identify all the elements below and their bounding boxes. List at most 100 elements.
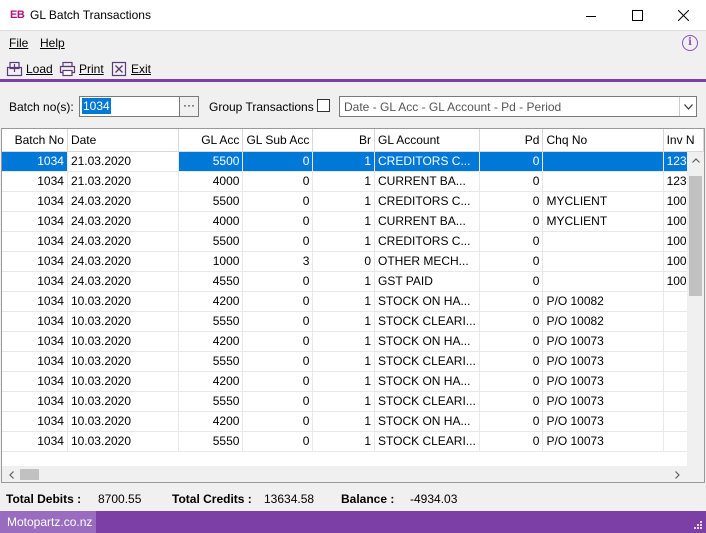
exit-button[interactable]: Exit bbox=[111, 60, 151, 78]
table-cell[interactable]: 0 bbox=[479, 231, 544, 252]
table-cell[interactable]: 0 bbox=[242, 311, 314, 332]
table-row[interactable]: 1034 21.03.2020 5500 0 1 CREDITORS C... 0 12345 bbox=[2, 151, 704, 172]
table-row[interactable]: 1034 24.03.2020 1000 3 0 OTHER MECH... 0 10010 bbox=[2, 251, 704, 272]
table-cell[interactable]: 1 bbox=[312, 431, 375, 452]
table-cell[interactable] bbox=[542, 271, 664, 292]
table-cell[interactable]: 0 bbox=[479, 211, 544, 232]
table-cell[interactable]: 5550 bbox=[178, 351, 244, 372]
table-cell[interactable]: 0 bbox=[479, 271, 544, 292]
table-cell[interactable]: STOCK CLEARI... bbox=[374, 351, 480, 372]
table-cell[interactable]: GST PAID bbox=[374, 271, 480, 292]
table-cell[interactable]: 1 bbox=[312, 271, 375, 292]
table-cell[interactable]: 5550 bbox=[178, 431, 244, 452]
table-cell[interactable]: STOCK CLEARI... bbox=[374, 311, 480, 332]
table-cell[interactable]: STOCK ON HA... bbox=[374, 371, 480, 392]
table-cell[interactable]: 1 bbox=[312, 331, 375, 352]
table-cell[interactable]: 1 bbox=[312, 171, 375, 192]
load-button[interactable]: Load bbox=[6, 60, 53, 78]
table-cell[interactable]: MYCLIENT bbox=[542, 191, 664, 212]
table-cell[interactable]: P/O 10073 bbox=[542, 431, 664, 452]
horizontal-scrollbar[interactable] bbox=[2, 466, 704, 482]
table-cell[interactable]: P/O 10082 bbox=[542, 291, 664, 312]
minimize-button[interactable] bbox=[568, 0, 614, 31]
table-cell[interactable]: 24.03.2020 bbox=[67, 191, 179, 212]
table-cell[interactable]: 1 bbox=[312, 211, 375, 232]
table-cell[interactable]: 1034 bbox=[2, 271, 68, 292]
table-cell[interactable]: 4200 bbox=[178, 291, 244, 312]
table-cell[interactable]: 3 bbox=[242, 251, 314, 272]
table-row[interactable]: 1034 10.03.2020 5550 0 1 STOCK CLEARI... 0 P/O … bbox=[2, 351, 704, 372]
table-cell[interactable]: 0 bbox=[242, 271, 314, 292]
table-cell[interactable]: 24.03.2020 bbox=[67, 271, 179, 292]
table-cell[interactable]: 0 bbox=[242, 151, 314, 172]
table-cell[interactable] bbox=[542, 231, 664, 252]
table-cell[interactable]: 0 bbox=[479, 371, 544, 392]
table-cell[interactable]: 10.03.2020 bbox=[67, 411, 179, 432]
table-cell[interactable]: 0 bbox=[479, 311, 544, 332]
table-row[interactable]: 1034 24.03.2020 4000 0 1 CURRENT BA... 0 MYCLIE… bbox=[2, 211, 704, 232]
table-cell[interactable]: 0 bbox=[242, 351, 314, 372]
batch-lookup-button[interactable]: ··· bbox=[180, 96, 199, 117]
column-header[interactable]: Inv N bbox=[663, 129, 704, 152]
table-cell[interactable]: 0 bbox=[479, 351, 544, 372]
table-cell[interactable]: 0 bbox=[479, 251, 544, 272]
table-cell[interactable]: 10.03.2020 bbox=[67, 371, 179, 392]
table-cell[interactable]: STOCK ON HA... bbox=[374, 291, 480, 312]
table-row[interactable]: 1034 10.03.2020 4200 0 1 STOCK ON HA... 0 P/O 1… bbox=[2, 291, 704, 312]
transactions-grid[interactable]: Batch No Date GL Acc GL Sub Acc Br GL Account… bbox=[1, 128, 705, 483]
table-cell[interactable]: 1034 bbox=[2, 151, 68, 172]
table-cell[interactable]: 24.03.2020 bbox=[67, 251, 179, 272]
table-row[interactable]: 1034 10.03.2020 5550 0 1 STOCK CLEARI... 0 P/O … bbox=[2, 391, 704, 412]
table-cell[interactable]: 21.03.2020 bbox=[67, 151, 179, 172]
table-cell[interactable]: 1 bbox=[312, 231, 375, 252]
info-icon[interactable]: i bbox=[682, 35, 698, 51]
table-cell[interactable]: STOCK ON HA... bbox=[374, 411, 480, 432]
table-cell[interactable]: 21.03.2020 bbox=[67, 171, 179, 192]
chevron-down-icon[interactable] bbox=[679, 97, 696, 116]
table-cell[interactable] bbox=[542, 171, 664, 192]
grouping-select[interactable]: Date - GL Acc - GL Account - Pd - Period bbox=[339, 96, 697, 117]
table-cell[interactable]: 4200 bbox=[178, 411, 244, 432]
table-cell[interactable]: 1 bbox=[312, 411, 375, 432]
table-cell[interactable]: 1034 bbox=[2, 431, 68, 452]
batch-input[interactable]: 1034 bbox=[79, 96, 180, 117]
table-cell[interactable]: STOCK ON HA... bbox=[374, 331, 480, 352]
table-cell[interactable]: 24.03.2020 bbox=[67, 231, 179, 252]
table-cell[interactable]: 0 bbox=[242, 291, 314, 312]
table-row[interactable]: 1034 24.03.2020 4550 0 1 GST PAID 0 10010 bbox=[2, 271, 704, 292]
table-cell[interactable]: CREDITORS C... bbox=[374, 151, 480, 172]
column-header[interactable]: GL Acc bbox=[178, 129, 244, 152]
table-cell[interactable]: 5500 bbox=[178, 151, 244, 172]
table-cell[interactable]: 0 bbox=[242, 211, 314, 232]
table-cell[interactable]: 24.03.2020 bbox=[67, 211, 179, 232]
table-cell[interactable]: 1 bbox=[312, 311, 375, 332]
table-cell[interactable]: 5500 bbox=[178, 191, 244, 212]
table-cell[interactable]: 0 bbox=[479, 151, 544, 172]
table-cell[interactable]: 0 bbox=[479, 331, 544, 352]
table-cell[interactable]: 1 bbox=[312, 371, 375, 392]
table-cell[interactable]: 1 bbox=[312, 151, 375, 172]
table-row[interactable]: 1034 10.03.2020 5550 0 1 STOCK CLEARI... 0 P/O … bbox=[2, 311, 704, 332]
column-header[interactable]: GL Sub Acc bbox=[242, 129, 314, 152]
table-cell[interactable]: 1034 bbox=[2, 311, 68, 332]
print-button[interactable]: Print bbox=[59, 60, 104, 78]
table-row[interactable]: 1034 24.03.2020 5500 0 1 CREDITORS C... 0 MYCLI… bbox=[2, 191, 704, 212]
table-cell[interactable]: 1034 bbox=[2, 331, 68, 352]
table-cell[interactable]: 0 bbox=[242, 371, 314, 392]
table-cell[interactable]: 1034 bbox=[2, 391, 68, 412]
table-cell[interactable]: MYCLIENT bbox=[542, 211, 664, 232]
close-button[interactable] bbox=[660, 0, 706, 31]
table-cell[interactable]: 1034 bbox=[2, 351, 68, 372]
table-cell[interactable]: 1034 bbox=[2, 251, 68, 272]
group-transactions-checkbox[interactable] bbox=[317, 99, 330, 112]
table-cell[interactable]: STOCK CLEARI... bbox=[374, 431, 480, 452]
table-cell[interactable]: 1 bbox=[312, 351, 375, 372]
table-cell[interactable]: 0 bbox=[479, 191, 544, 212]
table-cell[interactable]: 5550 bbox=[178, 311, 244, 332]
column-header[interactable]: Pd bbox=[479, 129, 544, 152]
table-cell[interactable]: P/O 10082 bbox=[542, 311, 664, 332]
table-cell[interactable]: P/O 10073 bbox=[542, 371, 664, 392]
table-cell[interactable]: 4200 bbox=[178, 371, 244, 392]
table-cell[interactable]: 0 bbox=[479, 391, 544, 412]
table-row[interactable]: 1034 10.03.2020 4200 0 1 STOCK ON HA... 0 P/O 1… bbox=[2, 331, 704, 352]
